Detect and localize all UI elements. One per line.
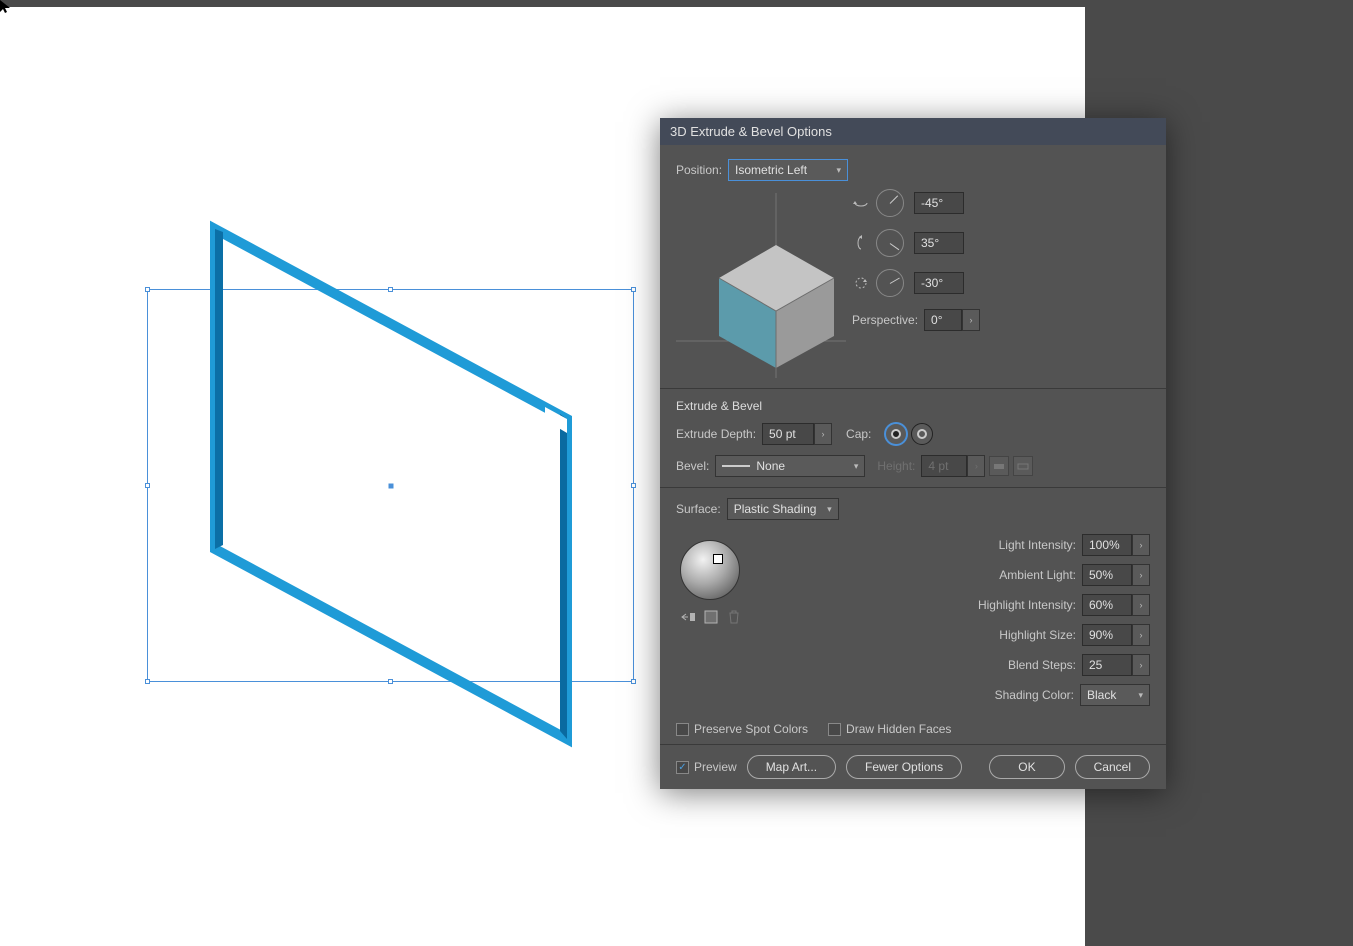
extrude-depth-step-button[interactable]: › bbox=[814, 423, 832, 445]
surface-select[interactable]: Plastic Shading ▾ bbox=[727, 498, 839, 520]
position-label: Position: bbox=[676, 163, 722, 177]
chevron-down-icon: ▾ bbox=[1138, 690, 1143, 701]
draw-hidden-faces-checkbox[interactable]: Draw Hidden Faces bbox=[828, 722, 951, 736]
map-art-button[interactable]: Map Art... bbox=[747, 755, 836, 779]
chevron-down-icon: ▾ bbox=[837, 165, 842, 176]
blend-steps-input[interactable]: 25 bbox=[1082, 654, 1132, 676]
bevel-height-input: 4 pt bbox=[921, 455, 967, 477]
bevel-select[interactable]: None ▾ bbox=[715, 455, 865, 477]
light-intensity-input[interactable]: 100% bbox=[1082, 534, 1132, 556]
light-intensity-label: Light Intensity: bbox=[999, 538, 1076, 552]
preview-checkbox[interactable]: Preview bbox=[676, 760, 737, 774]
chevron-down-icon: ▾ bbox=[854, 461, 859, 472]
selection-handle-bl[interactable] bbox=[145, 679, 150, 684]
extrude-depth-input[interactable]: 50 pt bbox=[762, 423, 814, 445]
selection-handle-mr[interactable] bbox=[631, 483, 636, 488]
bevel-extent-in-button bbox=[989, 456, 1009, 476]
surface-select-value: Plastic Shading bbox=[734, 502, 817, 516]
selection-handle-tl[interactable] bbox=[145, 287, 150, 292]
light-source-handle[interactable] bbox=[713, 554, 723, 564]
rotate-y-input[interactable]: 35° bbox=[914, 232, 964, 254]
selection-handle-ml[interactable] bbox=[145, 483, 150, 488]
bevel-height-step-button: › bbox=[967, 455, 985, 477]
rotate-z-input[interactable]: -30° bbox=[914, 272, 964, 294]
bevel-extent-out-button bbox=[1013, 456, 1033, 476]
cancel-button[interactable]: Cancel bbox=[1075, 755, 1150, 779]
rotate-y-icon bbox=[852, 234, 870, 252]
extrude-bevel-dialog: 3D Extrude & Bevel Options Position: Iso… bbox=[660, 118, 1166, 789]
rotate-z-icon bbox=[852, 274, 870, 292]
highlight-size-input[interactable]: 90% bbox=[1082, 624, 1132, 646]
highlight-intensity-step-button[interactable]: › bbox=[1132, 594, 1150, 616]
selection-handle-tr[interactable] bbox=[631, 287, 636, 292]
highlight-intensity-label: Highlight Intensity: bbox=[978, 598, 1076, 612]
delete-light-icon[interactable] bbox=[728, 610, 744, 626]
blend-steps-step-button[interactable]: › bbox=[1132, 654, 1150, 676]
cap-hollow-button[interactable] bbox=[911, 423, 933, 445]
rotate-y-dial[interactable] bbox=[876, 229, 904, 257]
surface-label: Surface: bbox=[676, 502, 721, 516]
perspective-step-button[interactable]: › bbox=[962, 309, 980, 331]
position-select-value: Isometric Left bbox=[735, 163, 807, 177]
light-sphere-preview[interactable] bbox=[680, 540, 740, 600]
shading-color-label: Shading Color: bbox=[995, 688, 1074, 702]
extrude-depth-label: Extrude Depth: bbox=[676, 427, 756, 441]
preserve-spot-colors-checkbox[interactable]: Preserve Spot Colors bbox=[676, 722, 808, 736]
cap-label: Cap: bbox=[846, 427, 871, 441]
draw-hidden-faces-label: Draw Hidden Faces bbox=[846, 722, 951, 736]
cube-rotation-preview[interactable] bbox=[676, 193, 846, 378]
perspective-input[interactable]: 0° bbox=[924, 309, 962, 331]
selection-handle-br[interactable] bbox=[631, 679, 636, 684]
ok-button[interactable]: OK bbox=[989, 755, 1064, 779]
position-select[interactable]: Isometric Left ▾ bbox=[728, 159, 848, 181]
dialog-title[interactable]: 3D Extrude & Bevel Options bbox=[660, 118, 1166, 145]
bevel-label: Bevel: bbox=[676, 459, 709, 473]
ambient-light-step-button[interactable]: › bbox=[1132, 564, 1150, 586]
bevel-select-value: None bbox=[756, 459, 785, 473]
bevel-height-label: Height: bbox=[877, 459, 915, 473]
perspective-label: Perspective: bbox=[852, 313, 918, 327]
highlight-size-label: Highlight Size: bbox=[999, 628, 1076, 642]
cap-solid-button[interactable] bbox=[885, 423, 907, 445]
ambient-light-input[interactable]: 50% bbox=[1082, 564, 1132, 586]
fewer-options-button[interactable]: Fewer Options bbox=[846, 755, 962, 779]
rotate-z-dial[interactable] bbox=[876, 269, 904, 297]
highlight-intensity-input[interactable]: 60% bbox=[1082, 594, 1132, 616]
new-light-icon[interactable] bbox=[704, 610, 720, 626]
isometric-rectangle-shape[interactable] bbox=[205, 219, 575, 749]
highlight-size-step-button[interactable]: › bbox=[1132, 624, 1150, 646]
rotate-x-input[interactable]: -45° bbox=[914, 192, 964, 214]
shading-color-value: Black bbox=[1087, 688, 1116, 702]
preview-label: Preview bbox=[694, 760, 737, 774]
shading-color-select[interactable]: Black ▾ bbox=[1080, 684, 1150, 706]
cursor-icon bbox=[0, 0, 10, 14]
rotate-x-dial[interactable] bbox=[876, 189, 904, 217]
light-back-icon[interactable] bbox=[680, 610, 696, 626]
ambient-light-label: Ambient Light: bbox=[999, 568, 1076, 582]
preserve-spot-colors-label: Preserve Spot Colors bbox=[694, 722, 808, 736]
extrude-section-header: Extrude & Bevel bbox=[676, 399, 1150, 413]
rotate-x-icon bbox=[852, 194, 870, 212]
light-intensity-step-button[interactable]: › bbox=[1132, 534, 1150, 556]
blend-steps-label: Blend Steps: bbox=[1008, 658, 1076, 672]
chevron-down-icon: ▾ bbox=[827, 504, 832, 515]
